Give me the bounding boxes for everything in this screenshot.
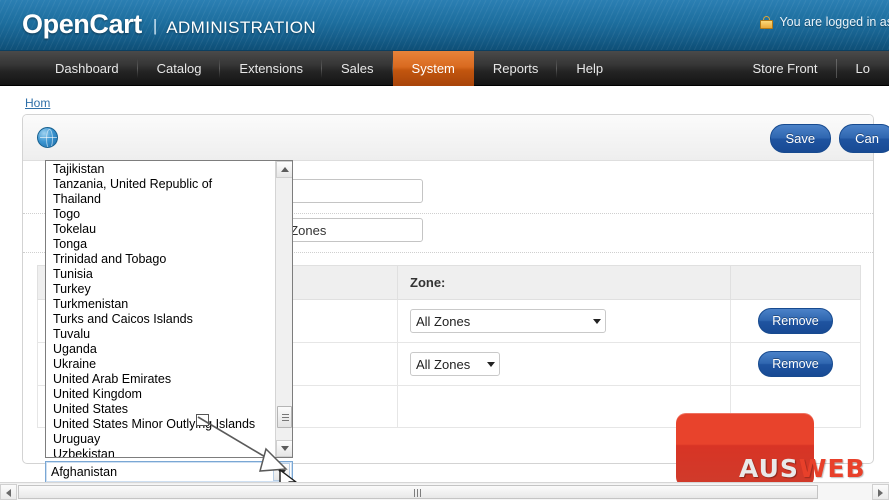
main-navigation: Dashboard Catalog Extensions Sales Syste… [0,51,889,86]
scroll-right-arrow-icon[interactable] [872,484,889,500]
logged-in-label: You are logged in as [779,15,889,29]
panel-header: Save Can [23,115,889,161]
dropdown-option[interactable]: Tunisia [48,267,276,282]
dropdown-option[interactable]: Turkey [48,282,276,297]
scroll-up-arrow-icon[interactable] [276,161,292,178]
breadcrumb: Hom [25,96,50,110]
scrollbar-thumb[interactable] [18,485,818,499]
country-select-value: Afghanistan [51,465,118,479]
dropdown-option[interactable]: Uzbekistan [48,447,276,457]
logo-primary-text: OpenCart [22,9,142,39]
logo-secondary-text: ADMINISTRATION [166,18,317,37]
dropdown-option[interactable]: Tanzania, United Republic of [48,177,276,192]
cancel-button[interactable]: Can [839,124,889,153]
zone-select-2-value: All Zones [416,356,471,372]
nav-item-logout[interactable]: Lo [837,51,889,86]
dropdown-option[interactable]: Togo [48,207,276,222]
nav-item-extensions[interactable]: Extensions [220,51,322,86]
nav-item-sales[interactable]: Sales [322,51,393,86]
logo-separator: | [152,16,158,35]
watermark-text-aus: AUS [739,454,799,483]
dropdown-option[interactable]: United States [48,402,276,417]
nav-item-catalog[interactable]: Catalog [138,51,221,86]
horizontal-scrollbar[interactable] [0,482,889,500]
dropdown-option[interactable]: Tokelau [48,222,276,237]
table-cell-actions: Remove [730,342,861,386]
dropdown-option[interactable]: United States Minor Outlying Islands [48,417,276,432]
opencart-admin-screen: OpenCart | ADMINISTRATION You are logged… [0,0,889,500]
globe-icon [37,127,58,148]
table-cell-zone: All Zones [397,299,731,343]
app-logo[interactable]: OpenCart | ADMINISTRATION [22,9,316,40]
dropdown-option[interactable]: United Arab Emirates [48,372,276,387]
remove-button-1[interactable]: Remove [758,308,833,334]
dropdown-option[interactable]: Turkmenistan [48,297,276,312]
nav-primary-items: Dashboard Catalog Extensions Sales Syste… [36,51,622,86]
table-header-zone: Zone: [397,265,731,300]
nav-item-dashboard[interactable]: Dashboard [36,51,138,86]
app-header: OpenCart | ADMINISTRATION You are logged… [0,0,889,51]
lock-icon [760,15,774,29]
save-button[interactable]: Save [769,124,832,153]
nav-item-store-front[interactable]: Store Front [734,51,837,86]
table-cell-actions: Remove [730,299,861,343]
dropdown-option[interactable]: Thailand [48,192,276,207]
chevron-down-icon[interactable] [273,463,290,481]
nav-secondary-items: Store Front Lo [734,51,889,86]
breadcrumb-item-home[interactable]: Hom [25,96,50,110]
dropdown-option[interactable]: Ukraine [48,357,276,372]
country-dropdown-popup[interactable]: Tajikistan Tanzania, United Republic of … [45,160,293,458]
chevron-down-icon [487,361,495,367]
chevron-down-icon [593,318,601,324]
country-dropdown-options[interactable]: Tajikistan Tanzania, United Republic of … [46,161,276,457]
remove-button-2[interactable]: Remove [758,351,833,377]
nav-item-reports[interactable]: Reports [474,51,558,86]
table-cell-zone: All Zones [397,342,731,386]
dropdown-option[interactable]: Tuvalu [48,327,276,342]
dropdown-option[interactable]: United Kingdom [48,387,276,402]
dropdown-option[interactable]: Tonga [48,237,276,252]
scroll-down-arrow-icon[interactable] [276,440,292,457]
table-header-actions [730,265,861,300]
nav-item-system[interactable]: System [392,51,474,86]
country-select[interactable]: Afghanistan [45,461,293,483]
zone-select-2[interactable]: All Zones [410,352,500,376]
dropdown-option[interactable]: Trinidad and Tobago [48,252,276,267]
annotation-drag-box [196,414,209,426]
nav-item-help[interactable]: Help [557,51,622,86]
zone-select-1[interactable]: All Zones [410,309,606,333]
panel-action-buttons: Save Can [769,124,889,153]
dropdown-option[interactable]: Turks and Caicos Islands [48,312,276,327]
zone-select-1-value: All Zones [416,313,471,329]
dropdown-scroll-thumb[interactable] [277,406,292,428]
dropdown-option[interactable]: Tajikistan [48,162,276,177]
dropdown-scrollbar[interactable] [275,161,292,457]
scroll-left-arrow-icon[interactable] [0,484,17,500]
logged-in-status: You are logged in as [760,15,889,29]
dropdown-option[interactable]: Uganda [48,342,276,357]
ausweb-watermark-text: AUSWEB [739,454,866,483]
dropdown-option[interactable]: Uruguay [48,432,276,447]
watermark-text-web: WEB [798,454,866,483]
